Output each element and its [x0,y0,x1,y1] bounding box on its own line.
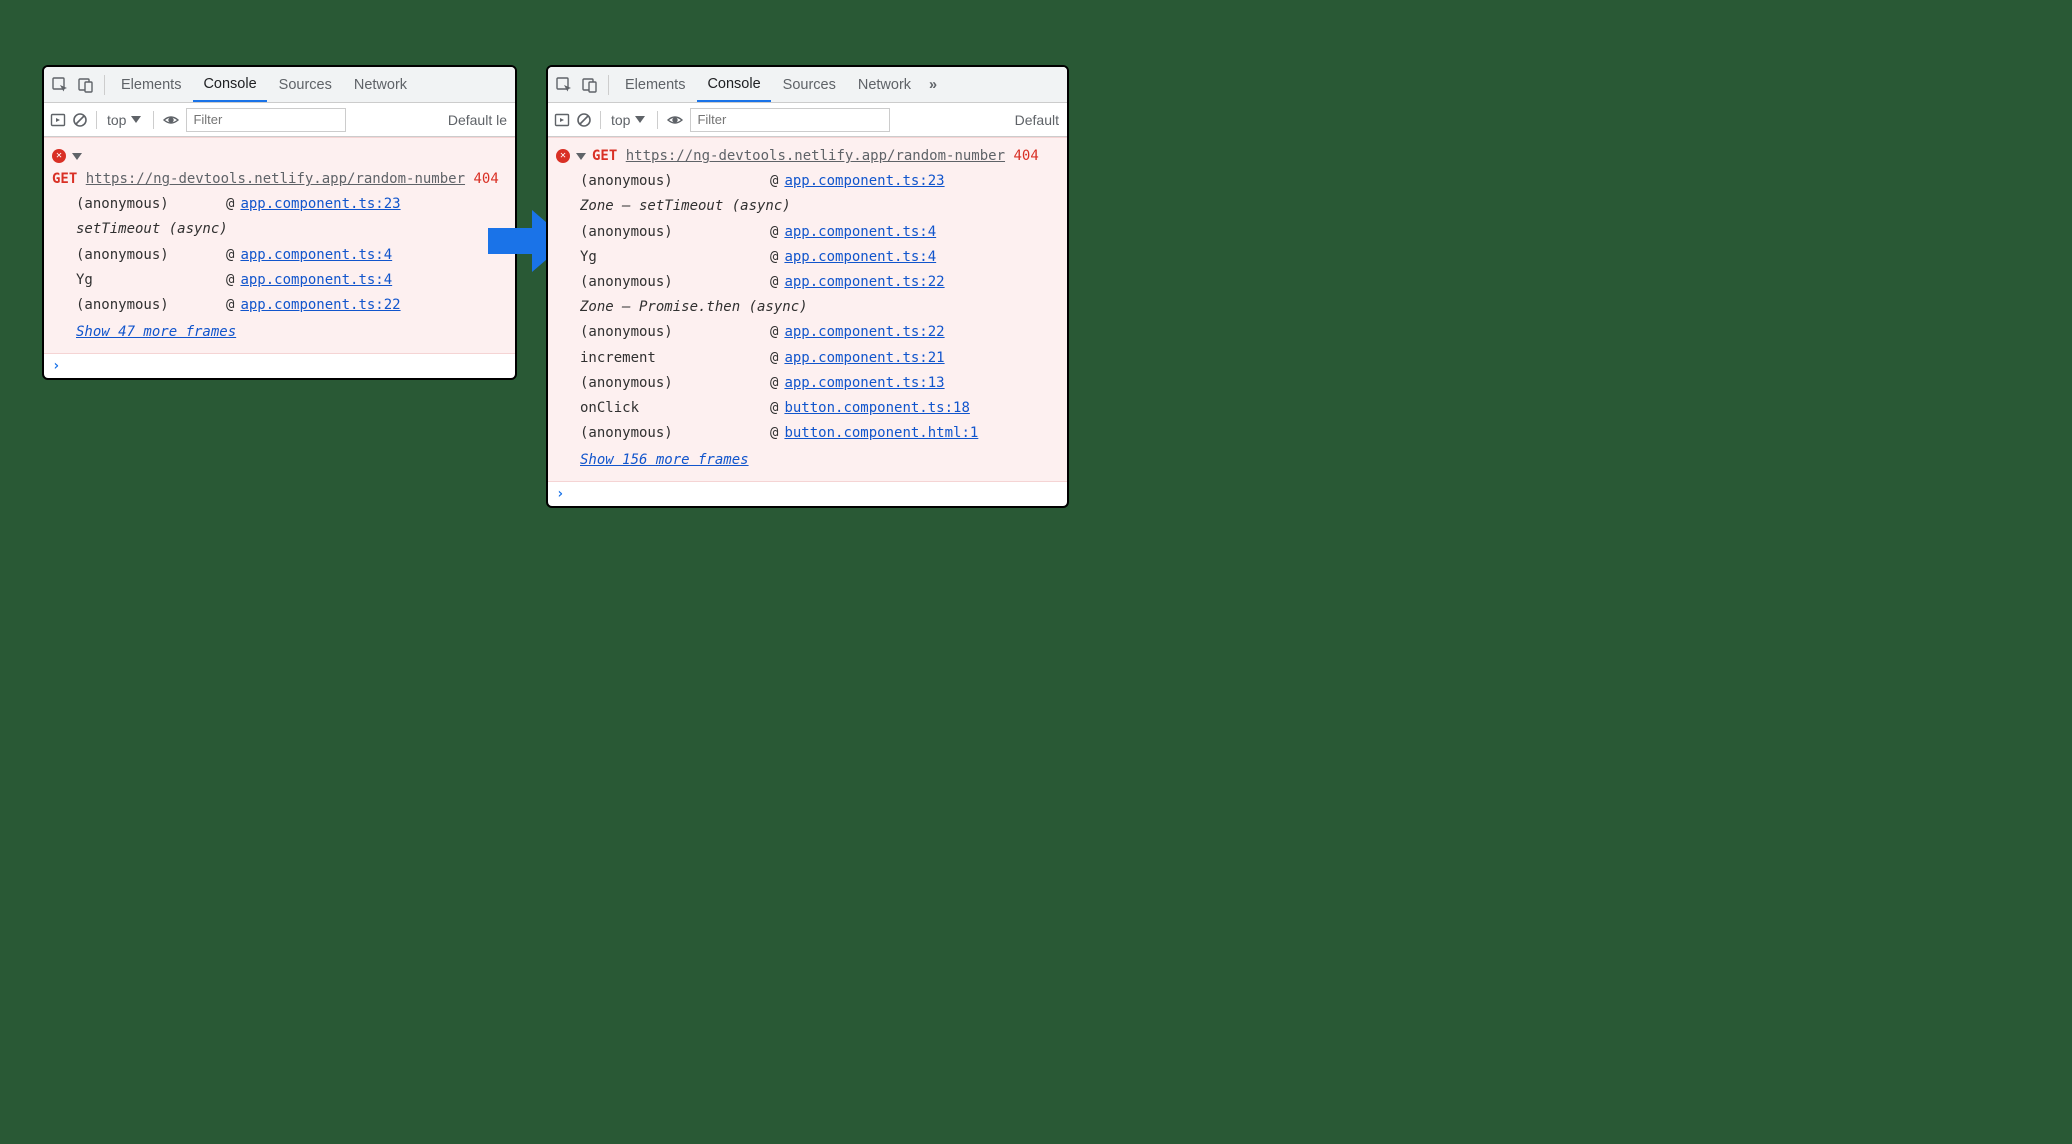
stack-frame: (anonymous)@button.component.html:1 [580,421,1059,446]
console-prompt[interactable]: › [548,482,1067,506]
expand-icon[interactable] [72,153,82,160]
device-toggle-icon[interactable] [578,73,602,97]
frame-link[interactable]: button.component.html:1 [784,421,978,446]
context-label: top [107,112,126,128]
device-toggle-icon[interactable] [74,73,98,97]
frame-link[interactable]: app.component.ts:4 [240,243,392,268]
frame-link[interactable]: app.component.ts:22 [784,320,944,345]
stack-frame: (anonymous)@app.component.ts:22 [580,320,1059,345]
http-method: GET [52,171,77,187]
stack-trace: (anonymous)@app.component.ts:22 incremen… [556,320,1059,446]
frame-link[interactable]: app.component.ts:4 [784,245,936,270]
stack-frame: (anonymous)@app.component.ts:4 [580,220,1059,245]
stack-frame: (anonymous)@app.component.ts:22 [580,270,1059,295]
stack-frame: (anonymous)@app.component.ts:13 [580,371,1059,396]
tab-sources[interactable]: Sources [773,67,846,102]
frame-link[interactable]: app.component.ts:23 [240,192,400,217]
separator [608,75,609,95]
tab-console[interactable]: Console [697,68,770,103]
context-label: top [611,112,630,128]
frame-link[interactable]: app.component.ts:13 [784,371,944,396]
stack-frame: (anonymous)@app.component.ts:23 [580,169,1059,194]
console-output: ✕ GET https://ng-devtools.netlify.app/ra… [548,137,1067,506]
expand-icon[interactable] [576,153,586,160]
frame-link[interactable]: app.component.ts:4 [784,220,936,245]
log-levels-select[interactable]: Default [1015,112,1061,128]
tab-console[interactable]: Console [193,68,266,103]
console-error-entry: ✕ GET https://ng-devtools.netlify.app/ra… [44,137,515,354]
error-icon: ✕ [52,149,66,163]
request-url[interactable]: https://ng-devtools.netlify.app/random-n… [86,171,465,187]
console-output: ✕ GET https://ng-devtools.netlify.app/ra… [44,137,515,378]
frame-link[interactable]: app.component.ts:4 [240,268,392,293]
error-header[interactable]: ✕ GET https://ng-devtools.netlify.app/ra… [556,144,1059,169]
context-selector[interactable]: top [609,112,649,128]
http-status: 404 [1013,148,1038,164]
console-error-entry: ✕ GET https://ng-devtools.netlify.app/ra… [548,137,1067,482]
stack-frame: Yg@app.component.ts:4 [76,268,507,293]
async-boundary: setTimeout (async) [52,217,507,242]
error-icon: ✕ [556,149,570,163]
stack-trace: (anonymous) @ app.component.ts:23 [52,192,507,217]
frame-link[interactable]: app.component.ts:22 [240,293,400,318]
async-boundary: Zone — setTimeout (async) [556,194,1059,219]
separator [153,111,154,129]
dropdown-icon [635,116,645,123]
inspect-icon[interactable] [48,73,72,97]
console-toolbar: top Default le [44,103,515,137]
eye-icon[interactable] [666,111,684,129]
frame-link[interactable]: button.component.ts:18 [784,396,969,421]
log-levels-select[interactable]: Default le [448,112,509,128]
show-more-frames-link[interactable]: Show 47 more frames [52,320,236,345]
separator [96,111,97,129]
show-more-frames-link[interactable]: Show 156 more frames [556,448,749,473]
tab-network[interactable]: Network [848,67,921,102]
error-header[interactable]: ✕ GET https://ng-devtools.netlify.app/ra… [52,144,507,192]
sidebar-toggle-icon[interactable] [554,112,570,128]
clear-console-icon[interactable] [576,112,592,128]
eye-icon[interactable] [162,111,180,129]
tab-elements[interactable]: Elements [111,67,191,102]
frame-link[interactable]: app.component.ts:23 [784,169,944,194]
http-status: 404 [473,171,498,187]
frame-link[interactable]: app.component.ts:21 [784,346,944,371]
context-selector[interactable]: top [105,112,145,128]
tab-elements[interactable]: Elements [615,67,695,102]
request-url[interactable]: https://ng-devtools.netlify.app/random-n… [626,148,1005,164]
stack-trace: (anonymous)@app.component.ts:4 Yg@app.co… [52,243,507,319]
http-method: GET [592,148,617,164]
separator [657,111,658,129]
stack-trace: (anonymous)@app.component.ts:23 [556,169,1059,194]
filter-input[interactable] [690,108,890,132]
stack-frame: (anonymous) @ app.component.ts:23 [76,192,507,217]
stack-frame: (anonymous)@app.component.ts:22 [76,293,507,318]
inspect-icon[interactable] [552,73,576,97]
frame-fn: (anonymous) [76,192,226,217]
clear-console-icon[interactable] [72,112,88,128]
tab-network[interactable]: Network [344,67,417,102]
async-boundary: Zone — Promise.then (async) [556,295,1059,320]
stack-frame: increment@app.component.ts:21 [580,346,1059,371]
more-tabs-icon[interactable]: » [923,77,943,93]
separator [104,75,105,95]
devtools-panel-after: Elements Console Sources Network » top D… [546,65,1069,508]
devtools-tabbar: Elements Console Sources Network » [548,67,1067,103]
stack-trace: (anonymous)@app.component.ts:4 Yg@app.co… [556,220,1059,296]
separator [600,111,601,129]
console-prompt[interactable]: › [44,354,515,378]
filter-input[interactable] [186,108,346,132]
sidebar-toggle-icon[interactable] [50,112,66,128]
devtools-tabbar: Elements Console Sources Network [44,67,515,103]
console-toolbar: top Default [548,103,1067,137]
frame-link[interactable]: app.component.ts:22 [784,270,944,295]
devtools-panel-before: Elements Console Sources Network top Def… [42,65,517,380]
dropdown-icon [131,116,141,123]
stack-frame: (anonymous)@app.component.ts:4 [76,243,507,268]
tab-sources[interactable]: Sources [269,67,342,102]
stack-frame: Yg@app.component.ts:4 [580,245,1059,270]
stack-frame: onClick@button.component.ts:18 [580,396,1059,421]
